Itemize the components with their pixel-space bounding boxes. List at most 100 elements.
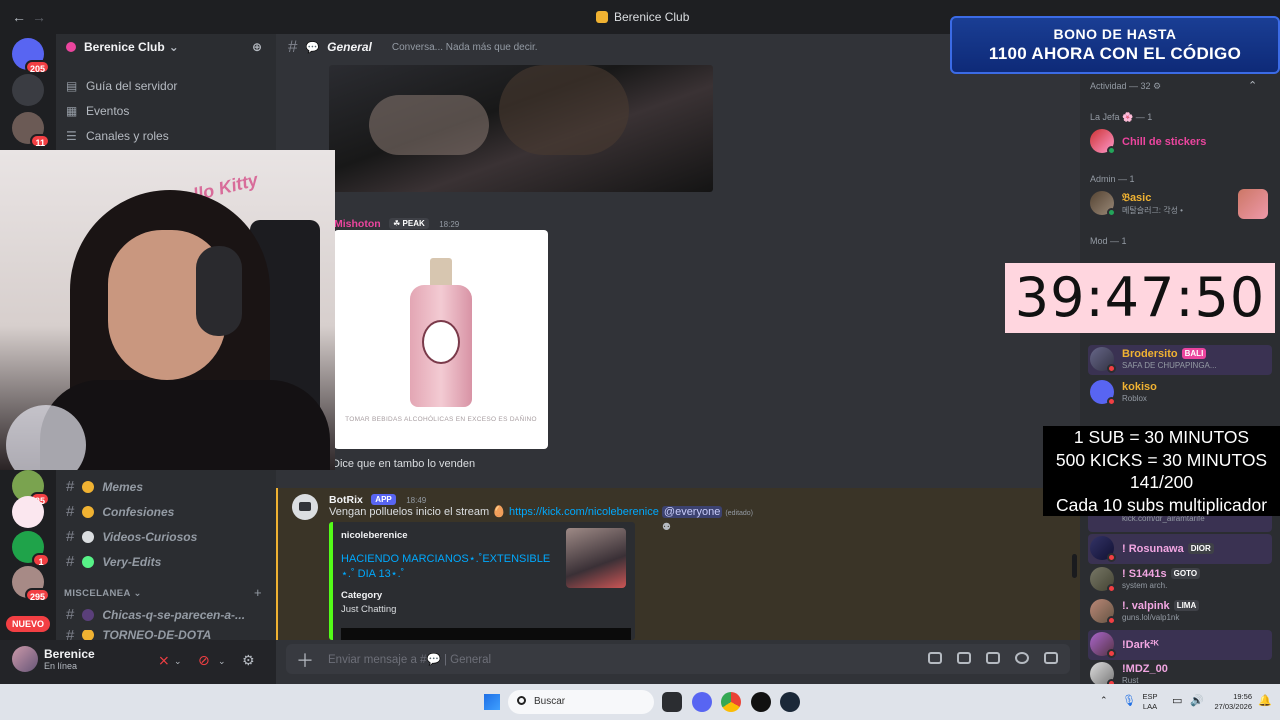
hash-icon: # <box>66 606 75 623</box>
add-member-icon[interactable]: ⊕ <box>252 40 262 54</box>
sidebar-link-channels-roles[interactable]: ☰ Canales y roles <box>66 129 169 143</box>
channel-videos-curiosos[interactable]: # Videos-Curiosos <box>66 528 197 545</box>
member-item[interactable]: !. valpink LIMA guns.lol/valp1nk <box>1088 597 1272 627</box>
apps-icon[interactable] <box>1044 652 1058 664</box>
everyone-mention[interactable]: @everyone <box>661 506 723 518</box>
task-view-icon[interactable] <box>662 692 682 712</box>
embed-author[interactable]: nicoleberenice <box>341 530 408 541</box>
channel-very-edits[interactable]: # Very-Edits <box>66 553 161 570</box>
taskbar: Buscar ⌃ 🎙 ESP LAA ▭ 🔊 19:56 27/03/2026 🔔 <box>0 684 1280 720</box>
message-image-attachment[interactable] <box>329 65 713 192</box>
hash-icon: # <box>66 553 75 570</box>
channel-memes[interactable]: # Memes <box>66 478 143 495</box>
frog-emoji-icon <box>82 555 95 568</box>
server-header[interactable]: Berenice Club ⌄ ⊕ <box>56 34 276 60</box>
embed-thumbnail[interactable] <box>566 528 626 588</box>
skull-label-icon <box>422 320 460 364</box>
channel-confesiones[interactable]: # Confesiones <box>66 503 174 520</box>
embed-field-name: Category <box>341 590 383 601</box>
server-logo-icon <box>66 42 76 52</box>
app-tag: APP <box>371 494 396 505</box>
channel-name: General <box>327 40 372 54</box>
emoji-icon <box>82 480 95 493</box>
category-miscelanea[interactable]: MISCELANEA ⌄ <box>64 588 142 599</box>
sticker-icon[interactable] <box>986 652 1000 664</box>
member-list: Actividad — 32 ⚙ ⌃ La Jefa 🌸 — 1 Chill d… <box>1080 60 1280 684</box>
hello-kitty-server-icon[interactable] <box>12 496 44 528</box>
emoji-picker-icon[interactable] <box>1015 652 1029 664</box>
server-icon[interactable]: 295 <box>12 566 50 602</box>
server-mini-icon <box>596 11 608 23</box>
emoji-icon <box>82 505 95 518</box>
mic-icon[interactable]: 🎙 <box>1122 694 1136 707</box>
add-channel-icon[interactable]: + <box>254 585 262 600</box>
volume-icon[interactable]: 🔊 <box>1190 694 1204 707</box>
chrome-app-icon[interactable] <box>721 692 741 712</box>
clock[interactable]: 19:56 27/03/2026 <box>1204 692 1252 712</box>
network-icon[interactable]: ▭ <box>1172 694 1182 707</box>
embed-title[interactable]: HACIENDO MARCIANOS⋆.˚EXTENSIBLE ⋆.˚ DIA … <box>341 552 561 582</box>
role-group-title: Mod — 1 <box>1090 236 1127 246</box>
status-dot <box>1107 584 1116 593</box>
member-name: !MDZ_00 <box>1122 663 1168 675</box>
chat-scrollbar[interactable] <box>1072 554 1077 578</box>
member-item[interactable]: Brodersito BALI SAFA DE CHUPAPINGA... <box>1088 345 1272 375</box>
member-name: !. valpink LIMA <box>1122 600 1200 612</box>
embed-image-preview[interactable] <box>341 628 631 640</box>
server-icon[interactable]: 11 <box>12 112 50 148</box>
obs-app-icon[interactable] <box>751 692 771 712</box>
activity-header[interactable]: Actividad — 32 ⚙ <box>1090 81 1161 92</box>
avatar[interactable] <box>12 646 38 672</box>
member-name: !Dark²ᴷ <box>1122 639 1159 651</box>
new-badge[interactable]: NUEVO <box>6 616 50 632</box>
sidebar-link-guide[interactable]: ▤ Guía del servidor <box>66 79 177 93</box>
role-group-title: La Jefa 🌸 — 1 <box>1090 112 1153 122</box>
member-item[interactable]: ! S1441s GOTO system arch. <box>1088 565 1272 595</box>
channels-roles-icon: ☰ <box>66 129 77 143</box>
chat-area: Mishoton ☘ PEAK 18:29 TOMAR BEBIDAS ALCO… <box>276 60 1080 640</box>
message-link[interactable]: https://kick.com/nicoleberenice <box>509 506 659 518</box>
forward-arrow-icon[interactable]: → <box>32 9 46 25</box>
headphones-muted-icon[interactable]: ⊘ <box>198 652 210 669</box>
embed-field-value: Just Chatting <box>341 604 397 615</box>
gif-icon[interactable] <box>957 652 971 664</box>
language-indicator[interactable]: ESP LAA <box>1140 692 1160 712</box>
gift-icon[interactable] <box>928 652 942 664</box>
status-dot <box>1107 553 1116 562</box>
channel-chicas[interactable]: # Chicas-q-se-parecen-a-... <box>66 606 245 623</box>
member-item[interactable]: ! Rosunawa DIOR <box>1088 534 1272 564</box>
member-item[interactable]: kokiso Roblox <box>1088 378 1272 408</box>
bot-avatar[interactable] <box>292 494 318 520</box>
message-author[interactable]: Mishoton <box>334 218 381 230</box>
steam-app-icon[interactable] <box>780 692 800 712</box>
discord-home-icon[interactable]: 205 <box>12 38 50 74</box>
chevron-up-icon[interactable]: ⌃ <box>1100 695 1108 706</box>
gear-icon: ⚙ <box>1153 81 1162 91</box>
message-placeholder: Enviar mensaje a #💬 | General <box>328 654 492 666</box>
reaction-icon[interactable]: ⚉ <box>662 522 671 533</box>
sidebar-link-events[interactable]: ▦ Eventos <box>66 104 129 118</box>
windows-start-icon[interactable] <box>484 694 500 710</box>
chevron-up-icon[interactable]: ⌃ <box>1248 79 1257 92</box>
status-dot <box>1107 649 1116 658</box>
channel-topic[interactable]: Conversa... Nada más que decir. <box>392 42 538 53</box>
member-item[interactable]: Chill de stickers <box>1088 127 1272 157</box>
hash-icon: # <box>66 528 75 545</box>
member-item[interactable]: !MDZ_00 Rust <box>1088 660 1272 684</box>
chevron-down-icon[interactable]: ⌄ <box>174 656 182 667</box>
notification-icon[interactable]: 🔔 <box>1258 694 1272 707</box>
channel-torneo-dota[interactable]: # TORNEO-DE-DOTA <box>66 630 211 640</box>
bottle-image-attachment[interactable]: TOMAR BEBIDAS ALCOHÓLICAS EN EXCESO ES D… <box>334 230 548 449</box>
server-icon[interactable] <box>12 74 44 106</box>
back-arrow-icon[interactable]: ← <box>12 9 26 25</box>
mic-muted-icon[interactable]: ⨯ <box>158 652 170 669</box>
member-item[interactable]: !Dark²ᴷ <box>1088 630 1272 660</box>
taskbar-search[interactable]: Buscar <box>508 690 654 714</box>
add-attachment-icon[interactable]: ＋ <box>296 647 314 673</box>
hash-icon: # <box>66 503 75 520</box>
server-icon[interactable]: 1 <box>12 531 50 567</box>
member-item[interactable]: 𝔅asic 메탈슬러그: 각성 • <box>1088 189 1272 219</box>
chevron-down-icon[interactable]: ⌄ <box>218 656 226 667</box>
discord-app-icon[interactable] <box>692 692 712 712</box>
gear-icon[interactable]: ⚙ <box>242 652 255 669</box>
